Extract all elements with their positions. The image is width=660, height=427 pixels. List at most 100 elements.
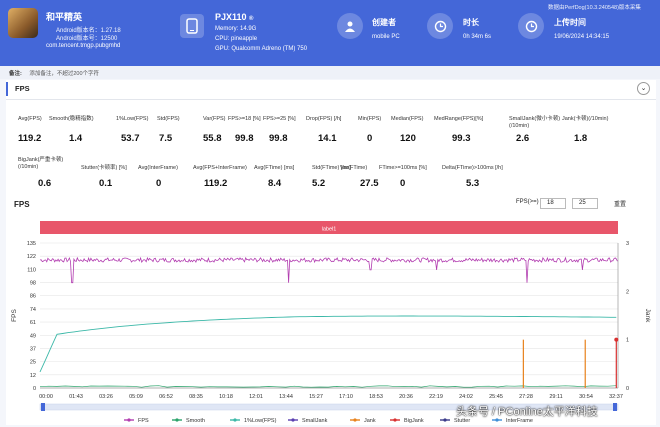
- app-name: 和平精英: [46, 12, 83, 22]
- x-tick-label: 20:36: [399, 394, 413, 400]
- report-header: 和平精英 Android版本名：1.27.18 Android版本号：12500…: [0, 0, 660, 66]
- time-slider-handle-left: [41, 403, 45, 411]
- x-tick-label: 24:02: [459, 394, 473, 400]
- legend-label: BigJank: [404, 418, 424, 424]
- y-tick-label: 74: [30, 307, 36, 313]
- app-version-code: Android版本号：12500: [56, 36, 118, 42]
- stat-value: 0.1: [99, 178, 113, 189]
- legend-marker: [127, 418, 131, 422]
- x-tick-label: 00:00: [39, 394, 53, 400]
- x-tick-label: 22:19: [429, 394, 443, 400]
- chart-title: FPS: [14, 200, 30, 209]
- stat-value: 8.4: [268, 178, 282, 189]
- app-package: com.tencent.tmgp.pubgmhd: [46, 43, 121, 49]
- creator-value: mobile PC: [372, 34, 400, 40]
- series-fps-line: [39, 256, 618, 284]
- legend-marker: [233, 418, 237, 422]
- legend-label: Jank: [364, 418, 376, 424]
- x-tick-label: 15:27: [309, 394, 323, 400]
- y-tick-label: 122: [27, 254, 36, 260]
- device-cpu: CPU: pineapple: [215, 36, 258, 42]
- y-tick-label: 37: [30, 346, 36, 352]
- y-tick-label: 86: [30, 294, 36, 300]
- stat-value: 55.8: [203, 133, 222, 144]
- fps-min-input[interactable]: 18: [540, 198, 566, 209]
- fps-max-input[interactable]: 25: [572, 198, 598, 209]
- device-gpu: GPU: Qualcomm Adreno (TM) 750: [215, 46, 308, 52]
- y-tick-label: 110: [27, 267, 36, 273]
- x-tick-label: 05:09: [129, 394, 143, 400]
- y-tick-label: 61: [30, 320, 36, 326]
- upload-label: 上传时间: [554, 18, 586, 27]
- stat-value: 0.6: [38, 178, 52, 189]
- device-memory: Memory: 14.9G: [215, 26, 257, 32]
- stat-label: MedRange(FPS)[%]: [434, 116, 484, 122]
- stat-value: 120: [400, 133, 416, 144]
- x-tick-label: 17:10: [339, 394, 353, 400]
- section-title[interactable]: FPS: [6, 82, 30, 96]
- stat-label: FTime>=100ms [%]: [379, 165, 427, 171]
- y2-tick-label: 2: [626, 289, 629, 295]
- stat-value: 0: [400, 178, 406, 189]
- x-tick-label: 27:28: [519, 394, 533, 400]
- legend-label: FPS: [138, 418, 149, 424]
- x-tick-label: 06:52: [159, 394, 173, 400]
- legend-label: 1%Low(FPS): [244, 418, 277, 424]
- stat-label: Avg(FPS+InterFrame): [193, 165, 247, 171]
- fps-chart: label1012253749617486981101221350123FPS J…: [11, 221, 651, 424]
- duration-value: 0h 34m 6s: [463, 34, 492, 40]
- y-tick-label: 98: [30, 281, 36, 287]
- y-axis-label: FPS: [11, 309, 18, 322]
- label-band-text: label1: [322, 227, 337, 233]
- stat-value: 14.1: [318, 133, 337, 144]
- legend-marker: [443, 418, 447, 422]
- time-slider-handle-right: [613, 403, 617, 411]
- stat-label: Smooth(稳精指数): [49, 116, 94, 122]
- stat-value: 53.7: [121, 133, 140, 144]
- watermark: 头条号 / PConline太平洋科技: [456, 406, 598, 418]
- series-smooth-line: [39, 385, 617, 388]
- stat-label: Jank(卡顿)(/10min): [562, 116, 609, 122]
- x-tick-label: 12:01: [249, 394, 263, 400]
- y2-tick-label: 0: [626, 386, 629, 392]
- stat-value: 99.8: [235, 133, 254, 144]
- note-input[interactable]: 添加备注，不超过200个字符: [29, 71, 99, 77]
- perfdog-version-note: 数据由PerfDog(10.3.240548)版本采集: [548, 5, 641, 11]
- reset-button[interactable]: 重置: [614, 199, 626, 208]
- y2-tick-label: 3: [626, 241, 629, 247]
- legend-marker: [175, 418, 179, 422]
- stat-value: 119.2: [18, 133, 42, 144]
- chevron-down-icon[interactable]: ⌄: [637, 82, 650, 95]
- series-1pct-low-line: [39, 315, 617, 373]
- y-tick-label: 49: [30, 333, 36, 339]
- x-tick-label: 32:37: [609, 394, 623, 400]
- y-tick-label: 25: [30, 360, 36, 366]
- duration-label: 时长: [463, 18, 479, 27]
- app-icon: [8, 8, 38, 38]
- y-tick-label: 0: [33, 386, 36, 392]
- stat-value: 0: [367, 133, 373, 144]
- fps-threshold-label: FPS(>=): [516, 199, 539, 205]
- upload-clock-icon: [518, 13, 544, 39]
- stat-label: Drop(FPS) [/h]: [306, 116, 342, 122]
- stat-label: SmallJank(微小卡顿)(/10min): [509, 116, 561, 129]
- divider: [6, 99, 656, 100]
- stat-value: 1.4: [69, 133, 83, 144]
- bigjank-dot: [614, 337, 619, 342]
- y-tick-label: 135: [27, 241, 36, 247]
- note-bar[interactable]: 备注: 添加备注，不超过200个字符: [0, 66, 660, 79]
- stat-value: 1.8: [574, 133, 588, 144]
- x-tick-label: 13:44: [279, 394, 293, 400]
- phone-icon: [180, 14, 204, 38]
- x-tick-label: 30:54: [579, 394, 593, 400]
- clock-icon: [427, 13, 453, 39]
- stat-value: 7.5: [159, 133, 173, 144]
- x-tick-label: 03:26: [99, 394, 113, 400]
- device-name: PJX110 ®: [215, 12, 254, 22]
- stat-label: Delta(FTime)>100ms [/h]: [442, 165, 503, 171]
- legend-marker: [353, 418, 357, 422]
- y2-axis-label: Jank: [644, 309, 651, 323]
- stat-value: 2.6: [516, 133, 530, 144]
- note-label: 备注:: [9, 71, 22, 77]
- x-tick-label: 10:18: [219, 394, 233, 400]
